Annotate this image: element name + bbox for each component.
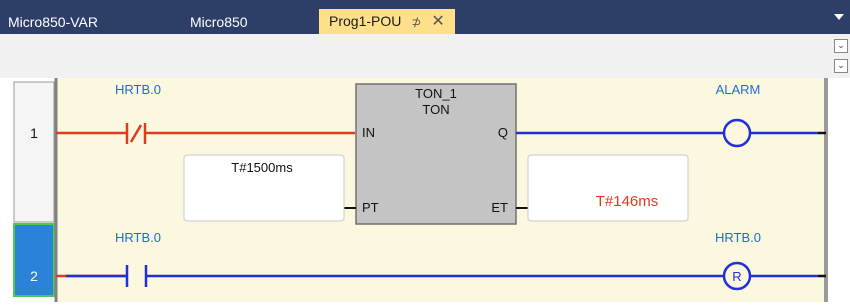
tab-bar: Micro850-VAR Micro850 Prog1-POU ⊅ ✕ (0, 0, 850, 34)
rung-2-selector[interactable] (13, 223, 55, 297)
ladder-diagram[interactable]: 1 2 HRTB.0 TON_1 TON IN Q PT ET ALARM T#… (0, 78, 850, 302)
pin-et-label: ET (491, 200, 508, 215)
toolbar-row: ⌄ (0, 34, 850, 57)
et-value: T#146ms (596, 193, 659, 210)
timer-instance-name: TON_1 (415, 86, 457, 101)
pin-icon[interactable]: ⊅ (411, 15, 421, 29)
rung-1-selector[interactable] (13, 81, 55, 223)
reset-coil-letter: R (732, 269, 741, 284)
contact-variable-label: HRTB.0 (115, 82, 161, 97)
pt-value: T#1500ms (231, 160, 293, 175)
tab-list-dropdown-icon[interactable] (834, 14, 844, 20)
pin-q-label: Q (498, 125, 508, 140)
tab-prog1-pou[interactable]: Prog1-POU ⊅ ✕ (319, 9, 455, 34)
output-coil[interactable] (722, 118, 752, 148)
chevron-down-icon[interactable]: ⌄ (834, 59, 848, 73)
tab-label: Micro850-VAR (8, 14, 98, 30)
pin-pt-label: PT (362, 200, 379, 215)
coil-variable-label: ALARM (716, 82, 761, 97)
pin-in-label: IN (362, 125, 375, 140)
rung-number: 2 (30, 268, 38, 284)
ladder-editor[interactable]: 1 2 HRTB.0 TON_1 TON IN Q PT ET ALARM T#… (0, 78, 850, 302)
right-margin (835, 78, 850, 302)
timer-type: TON (422, 102, 449, 117)
close-icon[interactable]: ✕ (431, 13, 444, 30)
rung-number: 1 (30, 125, 38, 141)
contact-variable-label: HRTB.0 (115, 230, 161, 245)
toolbar-row: ⌄ (0, 56, 850, 79)
chevron-down-icon[interactable]: ⌄ (834, 39, 848, 53)
tab-micro850[interactable]: Micro850 (190, 11, 248, 34)
tab-label: Prog1-POU (329, 13, 402, 29)
et-value-box[interactable] (527, 154, 689, 222)
tab-label: Micro850 (190, 14, 248, 30)
coil-variable-label: HRTB.0 (715, 230, 761, 245)
tab-micro850-var[interactable]: Micro850-VAR (8, 11, 98, 34)
